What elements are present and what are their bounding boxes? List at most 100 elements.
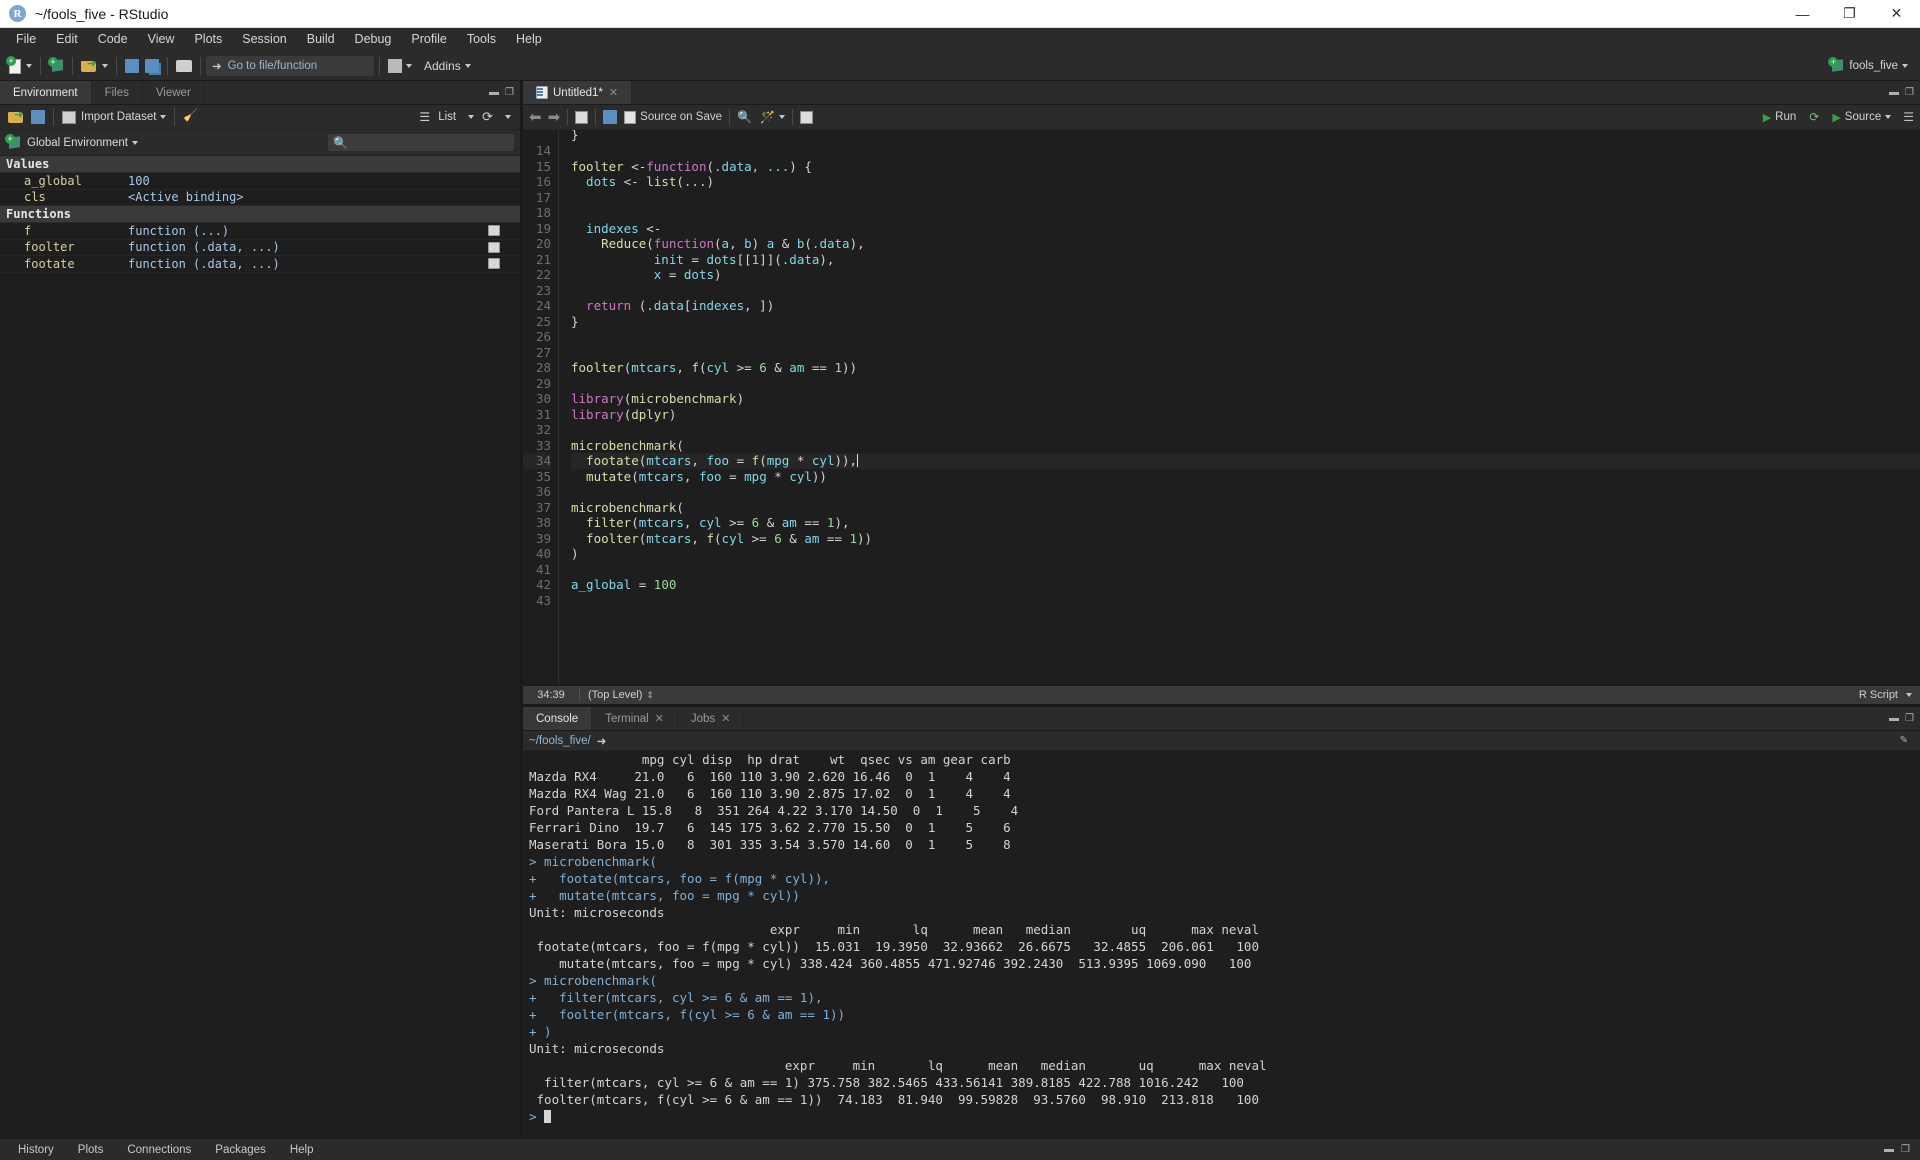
code-line[interactable]: x = dots) — [571, 267, 1920, 283]
tab-environment[interactable]: Environment — [0, 81, 92, 104]
code-line[interactable]: microbenchmark( — [571, 438, 1920, 454]
file-type-selector[interactable]: R Script — [1859, 689, 1920, 701]
tab-close-icon[interactable]: ✕ — [655, 712, 664, 725]
code-line[interactable]: mutate(mtcars, foo = mpg * cyl)) — [571, 469, 1920, 485]
forward-arrow-icon[interactable]: ➡ — [548, 108, 561, 126]
code-line[interactable] — [571, 562, 1920, 578]
code-line[interactable] — [571, 422, 1920, 438]
tab-terminal[interactable]: Terminal ✕ — [592, 707, 678, 730]
environment-row[interactable]: footate function (.data, ...) — [0, 256, 520, 273]
environment-row[interactable]: cls <Active binding> — [0, 190, 520, 207]
maximize-pane-icon[interactable]: ❐ — [1905, 714, 1914, 724]
tab-files[interactable]: Files — [92, 81, 143, 104]
maximize-pane-icon[interactable]: ❐ — [505, 88, 514, 98]
console-prompt[interactable]: > — [529, 1108, 1920, 1125]
code-line[interactable]: footate(mtcars, foo = f(mpg * cyl)), — [571, 453, 1920, 469]
code-line[interactable]: foolter(mtcars, f(cyl >= 6 & am == 1)) — [571, 531, 1920, 547]
refresh-icon[interactable]: ⟳ — [482, 109, 493, 125]
code-line[interactable] — [571, 329, 1920, 345]
save-all-button[interactable] — [142, 54, 162, 78]
menu-build[interactable]: Build — [297, 29, 345, 49]
status-tab-connections[interactable]: Connections — [115, 1142, 203, 1158]
code-line[interactable]: } — [571, 314, 1920, 330]
print-button[interactable] — [173, 54, 195, 78]
global-environment-label[interactable]: Global Environment — [27, 137, 128, 149]
environment-row[interactable]: a_global 100 — [0, 173, 520, 190]
menu-edit[interactable]: Edit — [46, 29, 88, 49]
tab-untitled1[interactable]: Untitled1* ✕ — [523, 81, 632, 104]
code-tools-icon[interactable]: 🪄 — [760, 110, 775, 124]
code-line[interactable] — [571, 484, 1920, 500]
code-line[interactable] — [571, 190, 1920, 206]
tab-viewer[interactable]: Viewer — [143, 81, 205, 104]
list-view-label[interactable]: List — [438, 111, 456, 123]
source-on-save-checkbox[interactable] — [624, 111, 636, 124]
addins-button[interactable]: Addins — [415, 54, 474, 78]
environment-row[interactable]: foolter function (.data, ...) — [0, 240, 520, 257]
menu-code[interactable]: Code — [88, 29, 138, 49]
interrupt-icon[interactable]: ✎ — [1900, 736, 1908, 746]
code-line[interactable]: indexes <- — [571, 221, 1920, 237]
load-workspace-button[interactable] — [5, 105, 28, 129]
code-line[interactable]: return (.data[indexes, ]) — [571, 298, 1920, 314]
code-line[interactable] — [571, 593, 1920, 609]
open-file-button[interactable] — [78, 54, 111, 78]
rerun-button[interactable]: ⟳ — [1804, 108, 1824, 126]
code-line[interactable]: microbenchmark( — [571, 500, 1920, 516]
code-line[interactable]: } — [571, 133, 1920, 143]
code-line[interactable] — [571, 345, 1920, 361]
code-line[interactable]: ) — [571, 546, 1920, 562]
code-scope-selector[interactable]: (Top Level) ⇕ — [579, 689, 662, 701]
new-project-button[interactable] — [46, 54, 67, 78]
status-tab-history[interactable]: History — [6, 1142, 66, 1158]
compile-report-icon[interactable] — [800, 111, 813, 124]
code-line[interactable]: init = dots[[1]](.data), — [571, 252, 1920, 268]
code-line[interactable]: library(dplyr) — [571, 407, 1920, 423]
outline-icon[interactable]: ☰ — [1903, 110, 1914, 124]
status-tab-packages[interactable]: Packages — [203, 1142, 278, 1158]
environment-row[interactable]: f function (...) — [0, 223, 520, 240]
menu-profile[interactable]: Profile — [401, 29, 456, 49]
code-line[interactable]: dots <- list(...) — [571, 174, 1920, 190]
import-dataset-button[interactable]: Import Dataset — [59, 105, 169, 129]
new-file-button[interactable] — [4, 54, 35, 78]
status-tab-help[interactable]: Help — [278, 1142, 326, 1158]
status-tab-plots[interactable]: Plots — [66, 1142, 116, 1158]
menu-file[interactable]: File — [6, 29, 46, 49]
code-line[interactable] — [571, 205, 1920, 221]
code-line[interactable]: filter(mtcars, cyl >= 6 & am == 1), — [571, 515, 1920, 531]
minimize-pane-icon[interactable]: ▬ — [489, 88, 499, 98]
project-label[interactable]: fools_five — [1849, 60, 1898, 72]
tab-console[interactable]: Console — [523, 707, 592, 730]
minimize-button[interactable]: — — [1779, 0, 1826, 28]
run-button[interactable]: ▶ Run — [1758, 109, 1802, 126]
maximize-pane-icon[interactable]: ❐ — [1901, 1145, 1910, 1155]
save-icon[interactable] — [603, 110, 617, 124]
back-arrow-icon[interactable]: ⬅ — [529, 108, 542, 126]
working-directory-path[interactable]: ~/fools_five/ — [529, 735, 591, 747]
environment-search-input[interactable]: 🔍 — [328, 134, 514, 151]
minimize-pane-icon[interactable]: ▬ — [1889, 714, 1899, 724]
save-button[interactable] — [122, 54, 142, 78]
maximize-pane-icon[interactable]: ❐ — [1905, 88, 1914, 98]
code-editor[interactable]: 1415161718192021222324252627282930313233… — [523, 130, 1920, 685]
code-line[interactable]: library(microbenchmark) — [571, 391, 1920, 407]
find-replace-icon[interactable]: 🔍 — [737, 110, 752, 124]
view-function-icon[interactable] — [488, 258, 500, 269]
maximize-button[interactable]: ❐ — [1826, 0, 1873, 28]
code-line[interactable]: foolter(mtcars, f(cyl >= 6 & am == 1)) — [571, 360, 1920, 376]
panes-layout-button[interactable] — [385, 54, 415, 78]
code-fold-column[interactable] — [559, 130, 571, 685]
goto-file-function-input[interactable]: ➜ Go to file/function — [206, 56, 374, 76]
code-line[interactable]: foolter <-function(.data, ...) { — [571, 159, 1920, 175]
menu-plots[interactable]: Plots — [184, 29, 232, 49]
minimize-pane-icon[interactable]: ▬ — [1889, 88, 1899, 98]
code-line[interactable]: Reduce(function(a, b) a & b(.data), — [571, 236, 1920, 252]
tab-close-icon[interactable]: ✕ — [609, 86, 618, 99]
menu-help[interactable]: Help — [506, 29, 552, 49]
tab-jobs[interactable]: Jobs ✕ — [678, 707, 745, 730]
open-directory-icon[interactable]: ➜ — [597, 734, 607, 748]
menu-debug[interactable]: Debug — [345, 29, 402, 49]
minimize-pane-icon[interactable]: ▬ — [1884, 1145, 1894, 1155]
code-line[interactable] — [571, 283, 1920, 299]
